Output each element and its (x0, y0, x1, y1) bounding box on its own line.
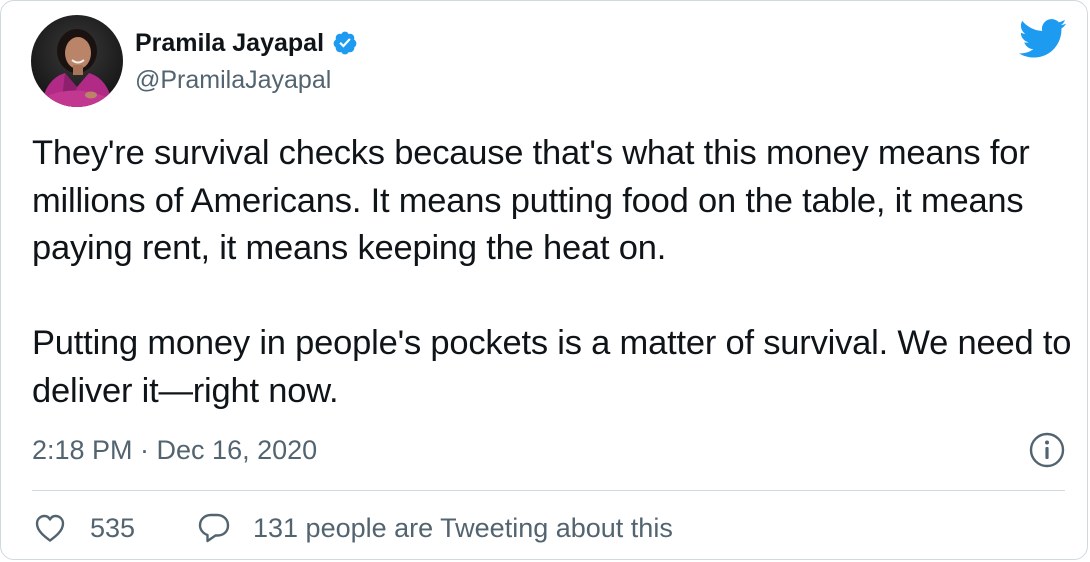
tweeting-about-link[interactable]: 131 people are Tweeting about this (197, 511, 673, 545)
avatar-image (31, 15, 123, 107)
divider (32, 490, 1065, 491)
verified-badge-icon (333, 31, 357, 55)
speech-bubble-icon (198, 513, 230, 543)
tweet-text: They're survival checks because that's w… (32, 130, 1077, 415)
heart-icon (35, 514, 65, 542)
author-handle[interactable]: @PramilaJayapal (135, 65, 331, 95)
tweet-timestamp[interactable]: 2:18 PM · Dec 16, 2020 (32, 433, 317, 467)
info-icon[interactable] (1029, 432, 1065, 468)
tweet-card[interactable]: Pramila Jayapal @PramilaJayapal They're … (0, 0, 1088, 560)
avatar[interactable] (31, 15, 123, 107)
like-button[interactable]: 535 (34, 511, 135, 545)
tweet-paragraph: Putting money in people's pockets is a m… (32, 324, 1072, 410)
twitter-bird-icon[interactable] (1019, 19, 1067, 59)
display-name[interactable]: Pramila Jayapal (135, 28, 358, 58)
tweeting-about-text: 131 people are Tweeting about this (253, 513, 673, 543)
like-count: 535 (90, 513, 136, 543)
tweet-paragraph: They're survival checks because that's w… (32, 134, 1030, 267)
display-name-text: Pramila Jayapal (135, 29, 325, 57)
